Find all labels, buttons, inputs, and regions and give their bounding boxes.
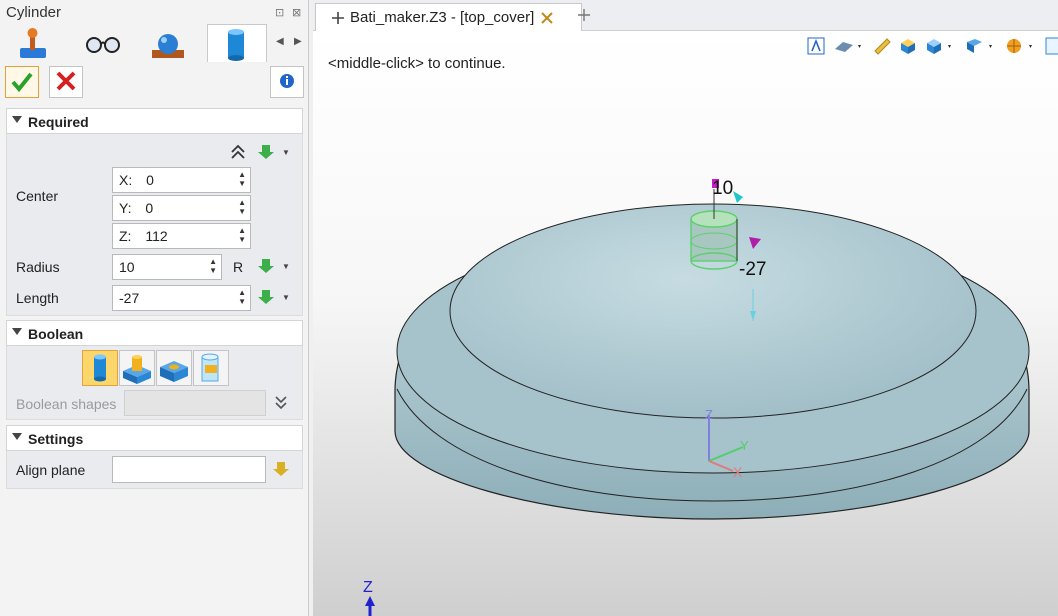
collapse-triangle-icon [12, 328, 22, 335]
required-section-body: ▼ Center X: 0 ▲ ▼ Y: 0 ▲ ▼ Z: 112 ▲ ▼ Radiu… [6, 134, 303, 316]
panel-tabs: ◀ ▶ [0, 22, 309, 62]
document-tab[interactable]: Bati_maker.Z3 - [top_cover] [315, 3, 582, 31]
length-download-icon[interactable] [257, 288, 275, 306]
boolean-section-body: Boolean shapes [6, 346, 303, 420]
z-input[interactable]: Z: 112 ▲ ▼ [112, 223, 251, 249]
model-scene [365, 179, 1030, 616]
z-label: Z: [119, 228, 132, 244]
glasses-icon [86, 37, 120, 53]
length-input[interactable]: -27 ▲ ▼ [112, 285, 251, 311]
cylinder-panel: Cylinder ⊡ ⊠ ◀ ▶ Required ▼ Center X: 0 … [0, 0, 309, 616]
cancel-button[interactable] [49, 66, 83, 98]
document-tabbar: Bati_maker.Z3 - [top_cover] [313, 0, 1058, 31]
restore-icon[interactable]: ⊡ [275, 6, 284, 19]
ok-button[interactable] [5, 66, 39, 98]
radius-download-icon[interactable] [257, 257, 275, 275]
corner-axis [365, 596, 375, 616]
tab-scroll-left-icon[interactable]: ◀ [276, 36, 284, 47]
align-plane-label: Align plane [16, 462, 86, 478]
settings-section-header[interactable]: Settings [6, 425, 303, 451]
radius-dimension[interactable]: 10 [712, 178, 733, 200]
corner-z-label: Z [363, 579, 373, 596]
spin-arrows-icon[interactable]: ▲ ▼ [238, 198, 246, 216]
axis-z-label: Z [705, 407, 713, 422]
align-plane-input[interactable] [112, 456, 266, 483]
spin-arrows-icon[interactable]: ▲ ▼ [238, 170, 246, 188]
panel-title: Cylinder [6, 4, 62, 21]
align-plane-pick-icon[interactable] [272, 460, 290, 478]
boolean-section-header[interactable]: Boolean [6, 320, 303, 346]
boolean-add-button[interactable] [119, 350, 155, 386]
expand-down-icon[interactable] [273, 394, 289, 412]
y-label: Y: [119, 200, 132, 216]
radius-value: 10 [119, 259, 135, 275]
boolean-shapes-input[interactable] [124, 390, 266, 416]
length-dropdown-icon[interactable]: ▼ [282, 293, 290, 302]
info-button[interactable] [270, 66, 304, 98]
boolean-shapes-label: Boolean shapes [16, 396, 117, 412]
boolean-intersect-button[interactable] [193, 350, 229, 386]
settings-section-body: Align plane [6, 451, 303, 489]
boolean-remove-button[interactable] [156, 350, 192, 386]
spin-arrows-icon[interactable]: ▲ ▼ [209, 257, 217, 275]
joystick-icon [20, 28, 46, 58]
axis-y-label: Y [740, 438, 749, 453]
required-section-header[interactable]: Required [6, 108, 303, 134]
radius-label: Radius [16, 259, 60, 275]
length-dimension[interactable]: -27 [739, 259, 766, 281]
close-tab-icon[interactable] [541, 12, 553, 24]
x-label: X: [119, 172, 133, 188]
spin-arrows-icon[interactable]: ▲ ▼ [238, 226, 246, 244]
required-section-title: Required [28, 114, 89, 130]
y-value: 0 [145, 200, 154, 216]
tab-view[interactable] [76, 24, 128, 62]
y-input[interactable]: Y: 0 ▲ ▼ [112, 195, 251, 221]
boolean-intersect-icon [201, 353, 219, 382]
document-tab-title: Bati_maker.Z3 - [top_cover] [350, 9, 535, 26]
new-tab-icon[interactable] [578, 9, 590, 21]
boolean-section-title: Boolean [28, 326, 84, 342]
radius-dropdown-icon[interactable]: ▼ [282, 262, 290, 271]
collapse-triangle-icon [12, 116, 22, 123]
tab-scroll-right-icon[interactable]: ▶ [294, 36, 302, 47]
cylinder-base-icon [94, 354, 106, 382]
boolean-remove-icon [160, 361, 188, 382]
x-input[interactable]: X: 0 ▲ ▼ [112, 167, 251, 193]
axis-x-label: X [733, 464, 743, 480]
settings-section-title: Settings [28, 431, 84, 447]
cross-icon [56, 71, 76, 91]
radius-input[interactable]: 10 ▲ ▼ [112, 254, 222, 280]
options-dropdown-icon[interactable]: ▼ [282, 148, 290, 157]
cylinder-icon [228, 29, 244, 61]
boolean-add-icon [123, 355, 151, 384]
tab-shapes[interactable] [142, 24, 194, 62]
collapse-up-icon[interactable] [229, 143, 247, 161]
plus-icon [332, 12, 344, 24]
info-icon [280, 74, 294, 88]
center-label: Center [16, 188, 59, 204]
tab-cylinder[interactable] [207, 24, 267, 62]
pick-download-icon[interactable] [257, 143, 275, 161]
z-value: 112 [145, 228, 168, 244]
radius-suffix: R [233, 259, 244, 275]
boolean-base-button[interactable] [82, 350, 118, 386]
tab-joystick[interactable] [6, 24, 58, 62]
x-value: 0 [146, 172, 154, 188]
document-view: Bati_maker.Z3 - [top_cover] <middle-clic… [313, 0, 1058, 616]
length-label: Length [16, 290, 59, 306]
collapse-triangle-icon [12, 433, 22, 440]
3d-viewport[interactable]: <middle-click> to continue. 10 -27 Z Y X… [313, 31, 1058, 616]
checkmark-icon [11, 72, 33, 93]
sphere-icon [152, 34, 184, 58]
length-value: -27 [119, 290, 140, 306]
spin-arrows-icon[interactable]: ▲ ▼ [238, 288, 246, 306]
close-panel-icon[interactable]: ⊠ [292, 6, 301, 19]
